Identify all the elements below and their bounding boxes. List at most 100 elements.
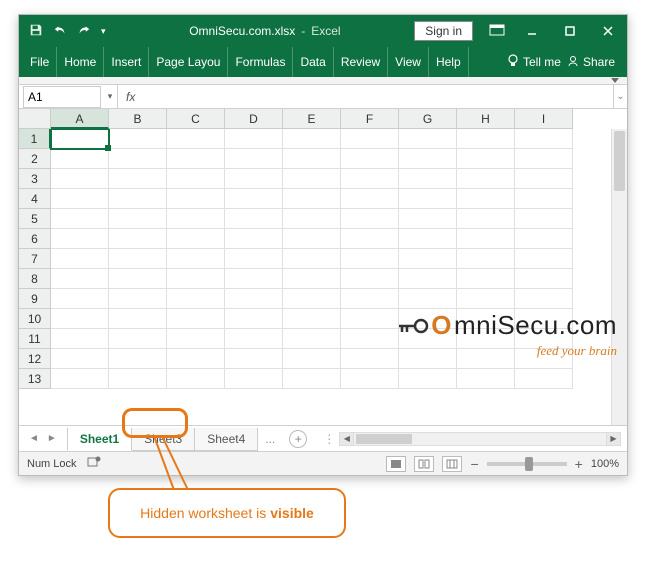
cell[interactable] [167, 189, 225, 209]
close-button[interactable] [589, 15, 627, 47]
cell[interactable] [283, 189, 341, 209]
cell[interactable] [167, 309, 225, 329]
cell[interactable] [457, 349, 515, 369]
cell[interactable] [341, 249, 399, 269]
view-normal-icon[interactable] [386, 456, 406, 472]
cell[interactable] [457, 149, 515, 169]
cell[interactable] [515, 309, 573, 329]
cell[interactable] [283, 269, 341, 289]
select-all-corner[interactable] [19, 109, 51, 129]
cell[interactable] [225, 309, 283, 329]
cell[interactable] [51, 209, 109, 229]
cell[interactable] [225, 329, 283, 349]
row-header[interactable]: 1 [19, 129, 51, 149]
cell[interactable] [399, 169, 457, 189]
row-header[interactable]: 7 [19, 249, 51, 269]
col-header[interactable]: H [457, 109, 515, 129]
col-header[interactable]: D [225, 109, 283, 129]
cell[interactable] [225, 189, 283, 209]
hscroll-thumb[interactable] [356, 434, 412, 444]
cell[interactable] [515, 149, 573, 169]
cell[interactable] [457, 309, 515, 329]
cell[interactable] [167, 269, 225, 289]
hscroll-split-icon[interactable]: ⋮ [323, 432, 335, 446]
cell[interactable] [515, 269, 573, 289]
cell[interactable] [51, 329, 109, 349]
cell[interactable] [167, 289, 225, 309]
cell[interactable] [225, 289, 283, 309]
cell[interactable] [109, 129, 167, 149]
cell[interactable] [515, 209, 573, 229]
sign-in-button[interactable]: Sign in [414, 21, 473, 41]
cell[interactable] [109, 249, 167, 269]
cell[interactable] [225, 209, 283, 229]
view-pagebreak-icon[interactable] [442, 456, 462, 472]
cell[interactable] [225, 249, 283, 269]
cell[interactable] [51, 169, 109, 189]
row-header[interactable]: 4 [19, 189, 51, 209]
cell[interactable] [283, 369, 341, 389]
sheet-prev-icon[interactable]: ◄ [25, 433, 43, 444]
col-header[interactable]: G [399, 109, 457, 129]
cell[interactable] [341, 149, 399, 169]
cell[interactable] [341, 349, 399, 369]
cell[interactable] [283, 349, 341, 369]
cell[interactable] [167, 209, 225, 229]
cell[interactable] [225, 129, 283, 149]
cell[interactable] [225, 149, 283, 169]
cell[interactable] [283, 289, 341, 309]
cell[interactable] [167, 329, 225, 349]
row-header[interactable]: 9 [19, 289, 51, 309]
cell[interactable] [51, 229, 109, 249]
cell[interactable] [51, 189, 109, 209]
cell[interactable] [341, 229, 399, 249]
cell[interactable] [341, 309, 399, 329]
sheet-tab-sheet3[interactable]: Sheet3 [131, 428, 195, 451]
cell[interactable] [225, 349, 283, 369]
cell[interactable] [109, 209, 167, 229]
minimize-button[interactable] [513, 15, 551, 47]
tab-formulas[interactable]: Formulas [228, 47, 293, 77]
cell[interactable] [167, 229, 225, 249]
ribbon-collapse-bar[interactable] [19, 77, 627, 85]
tab-view[interactable]: View [388, 47, 429, 77]
sheet-more[interactable]: ... [257, 432, 283, 446]
cell[interactable] [225, 369, 283, 389]
row-header[interactable]: 12 [19, 349, 51, 369]
tell-me[interactable]: Tell me [507, 54, 561, 71]
tab-help[interactable]: Help [429, 47, 469, 77]
scroll-thumb[interactable] [614, 131, 625, 191]
cell[interactable] [167, 249, 225, 269]
cell[interactable] [515, 229, 573, 249]
cell[interactable] [167, 349, 225, 369]
cell[interactable] [283, 149, 341, 169]
cell[interactable] [51, 129, 109, 149]
cell[interactable] [225, 229, 283, 249]
cell[interactable] [283, 249, 341, 269]
sheet-next-icon[interactable]: ► [43, 433, 61, 444]
cell[interactable] [109, 369, 167, 389]
zoom-slider[interactable] [487, 462, 567, 466]
cell[interactable] [109, 349, 167, 369]
cell[interactable] [167, 369, 225, 389]
cell[interactable] [399, 289, 457, 309]
cell[interactable] [515, 169, 573, 189]
cell[interactable] [283, 229, 341, 249]
cell[interactable] [515, 189, 573, 209]
cell[interactable] [341, 289, 399, 309]
share-button[interactable]: Share [567, 55, 615, 70]
redo-icon[interactable] [77, 24, 91, 39]
cell[interactable] [515, 249, 573, 269]
cell[interactable] [457, 369, 515, 389]
cell[interactable] [283, 129, 341, 149]
tab-data[interactable]: Data [293, 47, 333, 77]
cell[interactable] [341, 269, 399, 289]
zoom-out-button[interactable]: − [470, 456, 478, 472]
qat-dropdown-icon[interactable]: ▾ [101, 26, 106, 37]
formula-input[interactable] [141, 87, 605, 107]
row-header[interactable]: 2 [19, 149, 51, 169]
cell[interactable] [167, 169, 225, 189]
cell[interactable] [399, 149, 457, 169]
cell[interactable] [225, 169, 283, 189]
row-header[interactable]: 13 [19, 369, 51, 389]
